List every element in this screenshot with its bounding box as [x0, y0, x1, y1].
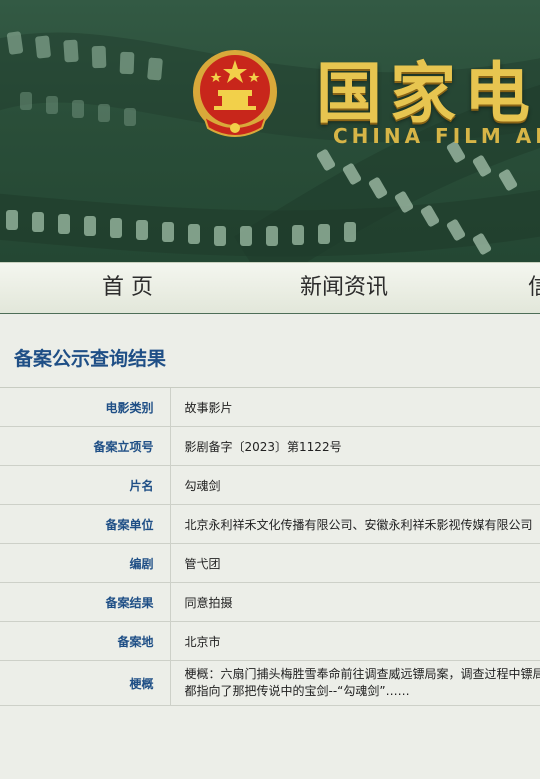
header-banner: 国家电 CHINA FILM AD: [0, 0, 540, 262]
row-label: 备案地: [0, 621, 171, 661]
nav-item-truncated[interactable]: 信: [528, 263, 540, 313]
synopsis-line-2: 都指向了那把传说中的宝剑--“勾魂剑”……: [184, 684, 410, 698]
table-row: 电影类别 故事影片: [0, 388, 540, 427]
table-row: 备案地 北京市: [0, 621, 540, 661]
record-table: 电影类别 故事影片 备案立项号 影剧备字〔2023〕第1122号 片名 勾魂剑 …: [0, 388, 540, 706]
row-label: 片名: [0, 465, 171, 505]
synopsis-value: 梗概：六扇门捕头梅胜雪奉命前往调查威远镖局案，调查过程中镖局竟 都指向了那把传说…: [170, 660, 540, 706]
table-row: 备案单位 北京永利祥禾文化传播有限公司、安徽永利祥禾影视传媒有限公司: [0, 504, 540, 544]
table-row: 编剧 管弋团: [0, 543, 540, 583]
table-row: 备案立项号 影剧备字〔2023〕第1122号: [0, 426, 540, 466]
row-value: 故事影片: [170, 388, 540, 427]
row-value: 管弋团: [170, 543, 540, 583]
synopsis-line-1: 梗概：六扇门捕头梅胜雪奉命前往调查威远镖局案，调查过程中镖局竟: [184, 667, 540, 681]
row-label: 备案单位: [0, 504, 171, 544]
row-value: 勾魂剑: [170, 465, 540, 505]
section-title: 备案公示查询结果: [14, 348, 167, 370]
site-subtitle: CHINA FILM AD: [333, 124, 540, 148]
main-nav: 首 页 新闻资讯 信: [0, 262, 540, 315]
nav-news[interactable]: 新闻资讯: [300, 263, 388, 313]
row-label: 备案结果: [0, 582, 171, 622]
national-emblem-icon: [193, 50, 277, 137]
row-value: 同意拍摄: [170, 582, 540, 622]
table-row: 片名 勾魂剑: [0, 465, 540, 505]
row-value: 北京永利祥禾文化传播有限公司、安徽永利祥禾影视传媒有限公司: [170, 504, 540, 544]
row-value: 北京市: [170, 621, 540, 661]
row-label: 梗概: [0, 660, 171, 706]
table-row: 梗概 梗概：六扇门捕头梅胜雪奉命前往调查威远镖局案，调查过程中镖局竟 都指向了那…: [0, 660, 540, 706]
row-label: 编剧: [0, 543, 171, 583]
row-label: 备案立项号: [0, 426, 171, 466]
row-value: 影剧备字〔2023〕第1122号: [170, 426, 540, 466]
row-label: 电影类别: [0, 388, 171, 427]
site-title: 国家电: [316, 55, 538, 132]
nav-home[interactable]: 首 页: [102, 263, 153, 313]
content-area: 备案公示查询结果 电影类别 故事影片 备案立项号 影剧备字〔2023〕第1122…: [0, 314, 540, 779]
table-row: 备案结果 同意拍摄: [0, 582, 540, 622]
